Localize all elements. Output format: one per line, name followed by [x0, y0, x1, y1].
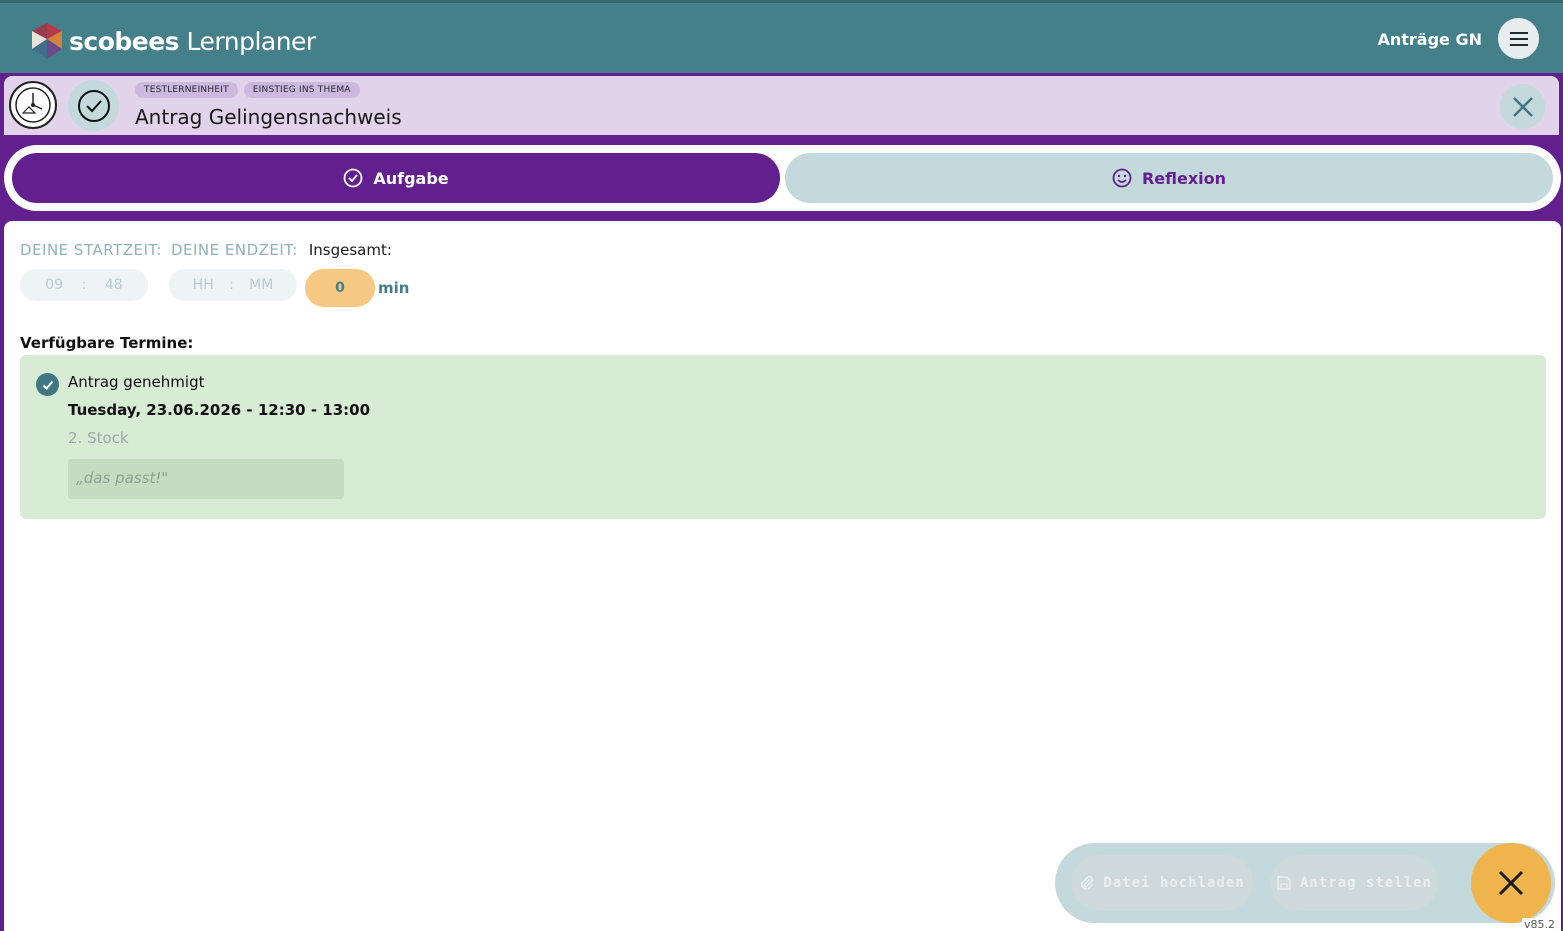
task-header: TESTLERNEINHEIT EINSTIEG INS THEMA Antra…: [4, 76, 1559, 135]
end-time-input[interactable]: HH : MM: [169, 269, 297, 301]
appointment-datetime: Tuesday, 23.06.2026 - 12:30 - 13:00: [68, 401, 371, 419]
start-minute-field[interactable]: 48: [105, 277, 123, 293]
menu-button[interactable]: [1498, 18, 1539, 59]
tag-learning-unit: TESTLERNEINHEIT: [135, 82, 238, 98]
appointment-status: Antrag genehmigt: [68, 373, 205, 391]
time-labels: DEINE STARTZEIT: DEINE ENDZEIT: Insgesam…: [20, 241, 392, 259]
task-complete-toggle[interactable]: [68, 80, 119, 131]
total-minutes-badge: 0: [305, 269, 375, 307]
close-task-button[interactable]: [1500, 84, 1545, 129]
paperclip-icon: [1081, 875, 1094, 890]
tab-reflexion-label: Reflexion: [1141, 168, 1227, 188]
main-content: DEINE STARTZEIT: DEINE ENDZEIT: Insgesam…: [4, 221, 1561, 931]
total-time-label: Insgesamt:: [308, 241, 392, 259]
time-separator: :: [229, 277, 234, 293]
end-minute-field[interactable]: MM: [249, 277, 273, 293]
user-context-label: Anträge GN: [1377, 30, 1482, 49]
task-tags: TESTLERNEINHEIT EINSTIEG INS THEMA: [135, 82, 360, 98]
submit-request-label: Antrag stellen: [1299, 875, 1432, 891]
appointment-card: Antrag genehmigt Tuesday, 23.06.2026 - 1…: [20, 355, 1546, 519]
save-icon: [1277, 876, 1291, 890]
close-actions-button[interactable]: [1471, 843, 1551, 923]
upload-file-label: Datei hochladen: [1103, 875, 1245, 891]
clock-icon: [9, 81, 57, 129]
time-separator: :: [81, 277, 87, 293]
appointment-comment: „das passt!": [68, 459, 344, 499]
upload-file-button[interactable]: Datei hochladen: [1071, 855, 1253, 911]
tab-bar: Aufgabe Reflexion: [4, 145, 1561, 211]
top-header: scobees Lernplaner Anträge GN: [0, 0, 1563, 73]
submit-request-button[interactable]: Antrag stellen: [1270, 855, 1438, 911]
app-logo[interactable]: scobees Lernplaner: [28, 21, 316, 61]
tab-aufgabe[interactable]: Aufgabe: [12, 153, 780, 203]
tag-phase: EINSTIEG INS THEMA: [243, 82, 360, 98]
page-title: Antrag Gelingensnachweis: [135, 105, 402, 129]
approved-check-icon: [36, 373, 59, 396]
smiley-icon: [1112, 168, 1132, 188]
tab-reflexion[interactable]: Reflexion: [785, 153, 1553, 203]
appointments-heading: Verfügbare Termine:: [20, 334, 194, 352]
check-circle-icon: [77, 89, 110, 122]
end-time-label: DEINE ENDZEIT:: [170, 241, 298, 259]
total-minutes-unit: min: [378, 279, 410, 297]
hamburger-icon: [1509, 31, 1528, 46]
brand-name: scobees Lernplaner: [69, 26, 316, 56]
start-hour-field[interactable]: 09: [45, 277, 63, 293]
close-icon: [1498, 870, 1524, 896]
close-icon: [1512, 96, 1533, 117]
tab-aufgabe-label: Aufgabe: [373, 168, 449, 188]
end-hour-field[interactable]: HH: [193, 277, 214, 293]
start-time-label: DEINE STARTZEIT:: [20, 241, 162, 259]
check-circle-icon: [343, 168, 363, 188]
start-time-input[interactable]: 09 : 48: [20, 269, 148, 301]
scobees-logo-icon: [32, 23, 62, 59]
app-version: v85.2: [1521, 918, 1557, 931]
appointment-location: 2. Stock: [68, 429, 129, 447]
